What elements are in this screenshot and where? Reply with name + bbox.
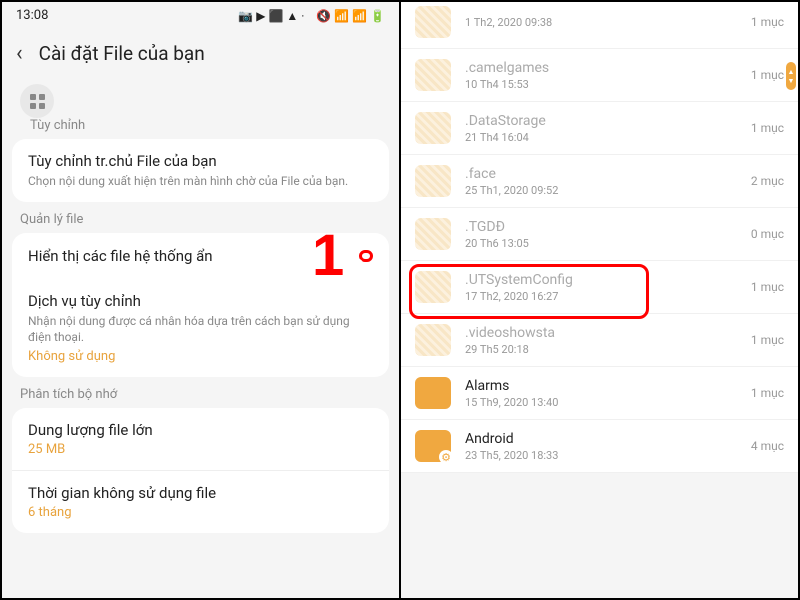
folder-name: .videoshowsta (465, 325, 737, 341)
folder-row[interactable]: 1 Th2, 2020 09:38 1 mục (401, 2, 798, 49)
folder-icon (415, 112, 451, 144)
folder-date: 10 Th4 15:53 (465, 78, 737, 91)
custom-service-title: Dịch vụ tùy chỉnh (28, 292, 373, 310)
folder-count: 2 mục (751, 174, 784, 188)
folder-icon (415, 59, 451, 91)
folder-row[interactable]: .camelgames 10 Th4 15:53 1 mục (401, 49, 798, 102)
storage-card: Dung lượng file lớn 25 MB Thời gian khôn… (12, 408, 389, 533)
highlight-toggle-box (359, 250, 373, 262)
folder-info: .camelgames 10 Th4 15:53 (465, 60, 737, 91)
folder-icon (415, 6, 451, 38)
unused-time-item[interactable]: Thời gian không sử dụng file 6 tháng (12, 470, 389, 533)
folder-date: 1 Th2, 2020 09:38 (465, 16, 737, 29)
folder-icon (415, 165, 451, 197)
folder-count: 1 mục (751, 121, 784, 135)
settings-panel: 13:08 📷 ▶ ⬛ ▲ · 🔇 📶 📶 🔋 ‹ Cài đặt File c… (2, 2, 401, 598)
folder-name: .face (465, 166, 737, 182)
folder-icon (415, 430, 451, 462)
folder-row[interactable]: .DataStorage 21 Th4 16:04 1 mục (401, 102, 798, 155)
folder-count: 1 mục (751, 280, 784, 294)
status-bar: 13:08 📷 ▶ ⬛ ▲ · 🔇 📶 📶 🔋 (2, 2, 399, 29)
folder-info: .videoshowsta 29 Th5 20:18 (465, 325, 737, 356)
unused-time-value: 6 tháng (28, 505, 373, 520)
folder-info: Alarms 15 Th9, 2020 13:40 (465, 378, 737, 409)
section-storage-label: Phân tích bộ nhớ (2, 377, 399, 408)
hidden-files-label: Hiển thị các file hệ thống ẩn (28, 247, 213, 265)
large-files-title: Dung lượng file lớn (28, 421, 373, 439)
folder-row[interactable]: .videoshowsta 29 Th5 20:18 1 mục (401, 314, 798, 367)
folder-count: 0 mục (751, 227, 784, 241)
layout-grid-button[interactable] (20, 84, 54, 118)
folder-row[interactable]: .face 25 Th1, 2020 09:52 2 mục (401, 155, 798, 208)
custom-service-sub: Nhận nội dung được cá nhân hóa dựa trên … (28, 313, 373, 345)
folder-date: 21 Th4 16:04 (465, 131, 737, 144)
section-customize-label: Tùy chỉnh (2, 84, 399, 139)
folder-date: 23 Th5, 2020 18:33 (465, 449, 737, 462)
folder-name: Android (465, 431, 737, 447)
folder-name: .UTSystemConfig (465, 272, 737, 288)
file-list-panel: 1 Th2, 2020 09:38 1 mục .camelgames 10 Th4 … (401, 2, 798, 598)
folder-date: 15 Th9, 2020 13:40 (465, 396, 737, 409)
folder-info: Android 23 Th5, 2020 18:33 (465, 431, 737, 462)
folder-icon (415, 271, 451, 303)
folder-info: .DataStorage 21 Th4 16:04 (465, 113, 737, 144)
folder-info: .face 25 Th1, 2020 09:52 (465, 166, 737, 197)
folder-row[interactable]: Android 23 Th5, 2020 18:33 4 mục (401, 420, 798, 473)
unused-time-title: Thời gian không sử dụng file (28, 484, 373, 502)
large-files-value: 25 MB (28, 442, 373, 457)
custom-service-status: Không sử dụng (28, 349, 373, 364)
status-time: 13:08 (16, 8, 48, 23)
folder-date: 17 Th2, 2020 16:27 (465, 290, 737, 303)
scroll-indicator[interactable]: ▲▼ (786, 62, 796, 90)
folder-count: 1 mục (751, 68, 784, 82)
folder-icon (415, 218, 451, 250)
annotation-1: 1 (312, 222, 344, 289)
folder-row[interactable]: .UTSystemConfig 17 Th2, 2020 16:27 1 mục (401, 261, 798, 314)
header: ‹ Cài đặt File của bạn (2, 29, 399, 84)
custom-service-item[interactable]: Dịch vụ tùy chỉnh Nhận nội dung được cá … (12, 279, 389, 376)
folder-icon (415, 377, 451, 409)
folder-row[interactable]: Alarms 15 Th9, 2020 13:40 1 mục (401, 367, 798, 420)
folder-count: 1 mục (751, 15, 784, 29)
folder-count: 4 mục (751, 439, 784, 453)
file-list: 1 Th2, 2020 09:38 1 mục .camelgames 10 Th4 … (401, 2, 798, 473)
folder-date: 25 Th1, 2020 09:52 (465, 184, 737, 197)
customize-card: Tùy chỉnh tr.chủ File của bạn Chọn nội d… (12, 139, 389, 202)
status-icons: 📷 ▶ ⬛ ▲ · 🔇 📶 📶 🔋 (238, 9, 385, 23)
large-files-item[interactable]: Dung lượng file lớn 25 MB (12, 408, 389, 470)
folder-name: .camelgames (465, 60, 737, 76)
folder-info: .TGDĐ 20 Th6 13:05 (465, 219, 737, 250)
page-title: Cài đặt File của bạn (39, 42, 205, 65)
folder-info: .UTSystemConfig 17 Th2, 2020 16:27 (465, 272, 737, 303)
customize-home-item[interactable]: Tùy chỉnh tr.chủ File của bạn Chọn nội d… (12, 139, 389, 202)
folder-icon (415, 324, 451, 356)
folder-name: .DataStorage (465, 113, 737, 129)
folder-row[interactable]: .TGDĐ 20 Th6 13:05 0 mục (401, 208, 798, 261)
folder-count: 1 mục (751, 333, 784, 347)
folder-name: .TGDĐ (465, 219, 737, 235)
folder-name: Alarms (465, 378, 737, 394)
folder-info: 1 Th2, 2020 09:38 (465, 16, 737, 29)
folder-count: 1 mục (751, 386, 784, 400)
folder-date: 29 Th5 20:18 (465, 343, 737, 356)
customize-home-sub: Chọn nội dung xuất hiện trên màn hình ch… (28, 173, 373, 189)
back-icon[interactable]: ‹ (16, 41, 23, 66)
customize-home-title: Tùy chỉnh tr.chủ File của bạn (28, 152, 373, 170)
folder-date: 20 Th6 13:05 (465, 237, 737, 250)
